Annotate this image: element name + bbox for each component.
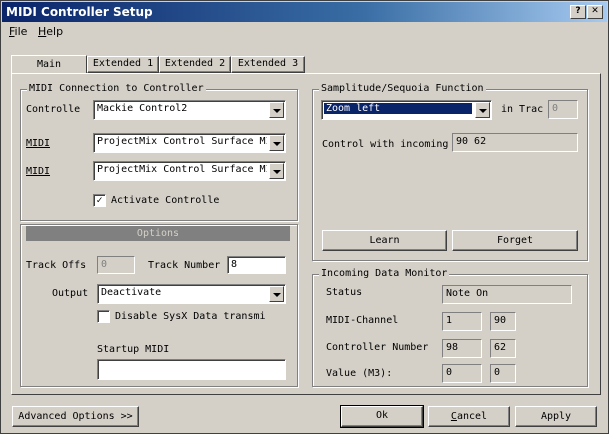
chevron-down-icon[interactable]: [269, 135, 284, 151]
track-offset-field[interactable]: 0: [97, 256, 135, 274]
forget-button-label: Forget: [496, 235, 534, 246]
function-title: Samplitude/Sequoia Function: [319, 83, 486, 94]
control-incoming-field: 90 62: [452, 133, 578, 152]
track-number-value: 8: [231, 259, 238, 270]
activate-label: Activate Controller: [111, 195, 221, 206]
value-value-1: 0: [446, 367, 453, 378]
controller-number-label: Controller Number: [326, 342, 429, 353]
menu-help[interactable]: Help: [38, 25, 63, 38]
tab-extended-1[interactable]: Extended 1: [87, 56, 159, 73]
output-select[interactable]: Deactivate: [97, 284, 286, 304]
channel-label: MIDI-Channel: [326, 315, 399, 326]
channel-field-2: 90: [490, 312, 516, 331]
startup-midi-field[interactable]: [97, 359, 286, 380]
function-select[interactable]: Zoom left: [321, 100, 492, 120]
advanced-options-label: Advanced Options >>: [18, 411, 133, 422]
tab-extended-3[interactable]: Extended 3: [231, 56, 305, 73]
status-value: Note On: [446, 288, 489, 299]
midi-out-select-value: ProjectMix Control Surface MI: [97, 164, 267, 175]
midi-connection-title: MIDI Connection to Controller: [27, 83, 206, 94]
output-select-value: Deactivate: [101, 287, 162, 298]
learn-button[interactable]: Learn: [322, 230, 447, 251]
status-field: Note On: [442, 285, 572, 304]
midi-in-select-value: ProjectMix Control Surface MI: [97, 136, 267, 147]
channel-value-2: 90: [494, 315, 507, 326]
advanced-options-button[interactable]: Advanced Options >>: [12, 406, 139, 427]
control-incoming-label: Control with incoming: [322, 139, 449, 150]
in-track-field[interactable]: 0: [548, 100, 578, 119]
channel-value-1: 1: [446, 315, 453, 326]
tab-extended-1-label: Extended 1: [92, 58, 154, 69]
controller-number-field-2: 62: [490, 339, 516, 358]
window-title: MIDI Controller Setup: [6, 5, 153, 19]
forget-button[interactable]: Forget: [452, 230, 578, 251]
midi-in-label: MIDI: [26, 138, 51, 149]
value-field-1: 0: [442, 364, 482, 383]
value-value-2: 0: [494, 367, 501, 378]
options-title: Options: [136, 228, 180, 239]
midi-in-select[interactable]: ProjectMix Control Surface MI: [93, 133, 286, 153]
ok-button[interactable]: Ok: [340, 405, 424, 428]
chevron-down-icon[interactable]: [269, 163, 284, 179]
controller-number-field-1: 98: [442, 339, 482, 358]
track-number-label: Track Number: [148, 260, 221, 271]
function-select-value: Zoom left: [324, 103, 472, 114]
track-offset-value: 0: [101, 259, 108, 270]
in-track-label: in Trac: [501, 104, 544, 115]
menu-file[interactable]: File: [9, 25, 27, 38]
ok-button-label: Ok: [375, 410, 389, 421]
tab-main-label: Main: [36, 59, 62, 70]
title-bar: MIDI Controller Setup ? ✕: [2, 2, 607, 22]
controller-select-value: Mackie Control2: [97, 103, 188, 114]
output-label: Output: [52, 288, 89, 299]
tab-main[interactable]: Main: [11, 55, 87, 74]
controller-select[interactable]: Mackie Control2: [93, 100, 286, 120]
dialog-window: MIDI Controller Setup ? ✕ File Help Main…: [0, 0, 609, 434]
controller-number-value-1: 98: [446, 342, 459, 353]
learn-button-label: Learn: [369, 235, 400, 246]
tab-extended-3-label: Extended 3: [237, 58, 299, 69]
control-incoming-value: 90 62: [456, 136, 487, 147]
value-label: Value (M3):: [326, 368, 393, 379]
value-field-2: 0: [490, 364, 516, 383]
midi-out-select[interactable]: ProjectMix Control Surface MI: [93, 161, 286, 181]
chevron-down-icon[interactable]: [475, 102, 490, 118]
midi-out-label: MIDI: [26, 166, 51, 177]
tab-extended-2[interactable]: Extended 2: [159, 56, 231, 73]
controller-number-value-2: 62: [494, 342, 507, 353]
cancel-button[interactable]: Cancel: [428, 406, 510, 427]
menu-bar: File Help: [2, 23, 607, 41]
chevron-down-icon[interactable]: [269, 102, 284, 118]
close-button[interactable]: ✕: [587, 5, 603, 19]
status-label: Status: [326, 287, 363, 298]
track-number-field[interactable]: 8: [227, 256, 286, 274]
in-track-value: 0: [552, 103, 559, 114]
apply-button-label: Apply: [540, 411, 572, 422]
channel-field-1: 1: [442, 312, 482, 331]
help-title-button[interactable]: ?: [570, 5, 586, 19]
disable-sysx-label: Disable SysX Data transmi: [115, 311, 266, 322]
apply-button[interactable]: Apply: [515, 406, 597, 427]
disable-sysx-checkbox[interactable]: [97, 310, 110, 323]
chevron-down-icon[interactable]: [269, 286, 284, 302]
menu-file-label: ile: [14, 25, 28, 38]
monitor-title: Incoming Data Monitor: [319, 268, 450, 279]
menu-help-label: Help: [38, 25, 64, 38]
tab-extended-2-label: Extended 2: [164, 58, 226, 69]
cancel-button-label: Cancel: [450, 411, 488, 422]
startup-midi-label: Startup MIDI: [97, 344, 170, 355]
activate-checkbox[interactable]: ✓: [93, 194, 106, 207]
controller-label: Controlle: [26, 104, 81, 115]
track-offset-label: Track Offs: [26, 260, 87, 271]
options-header: Options: [26, 226, 290, 241]
